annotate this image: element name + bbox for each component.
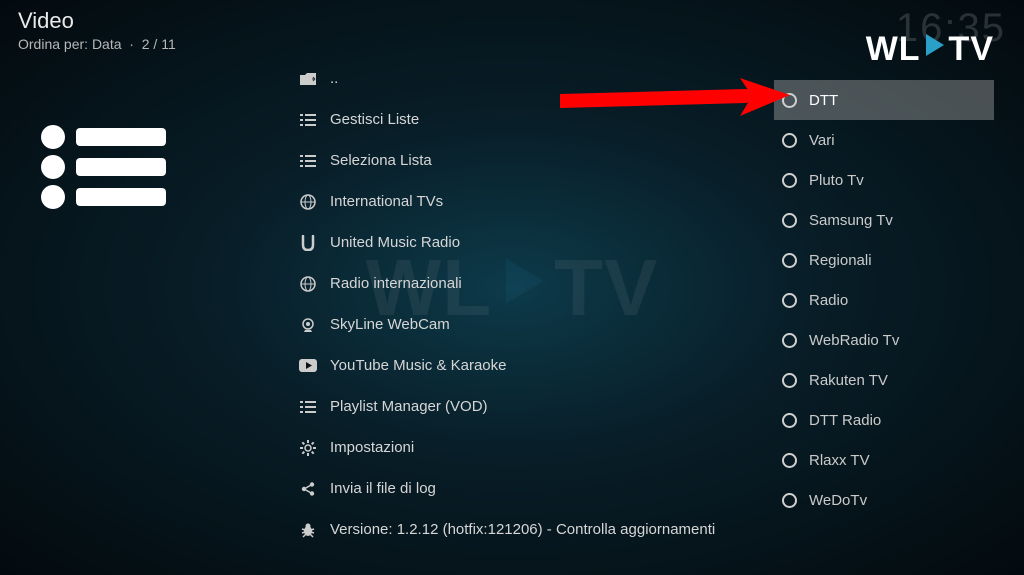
page-title: Video [18,8,176,34]
main-menu-item[interactable]: Playlist Manager (VOD) [290,386,760,427]
radio-icon [782,453,797,468]
main-menu-item[interactable]: Versione: 1.2.12 (hotfix:121206) - Contr… [290,509,760,550]
main-menu-item-label: United Music Radio [330,234,460,251]
main-menu-item-label: Versione: 1.2.12 (hotfix:121206) - Contr… [330,521,715,538]
side-menu-item[interactable]: Samsung Tv [774,200,994,240]
wltv-logo: WL TV [866,30,994,69]
main-menu-item-label: YouTube Music & Karaoke [330,357,507,374]
side-menu-item[interactable]: Vari [774,120,994,160]
radio-icon [782,213,797,228]
list-icon [294,113,322,127]
page-subtitle: Ordina per: Data · 2 / 11 [18,36,176,52]
side-menu-item-label: Rlaxx TV [809,452,870,469]
side-menu-item[interactable]: Rlaxx TV [774,440,994,480]
side-menu-item[interactable]: Pluto Tv [774,160,994,200]
play-icon [922,30,948,69]
side-menu-item[interactable]: WeDoTv [774,480,994,520]
side-menu-item[interactable]: Regionali [774,240,994,280]
main-menu-item[interactable]: SkyLine WebCam [290,304,760,345]
globe-icon [294,276,322,292]
main-menu-item[interactable]: Radio internazionali [290,263,760,304]
main-menu-item[interactable]: .. [290,58,760,99]
main-menu-item-label: SkyLine WebCam [330,316,450,333]
sort-value: Data [92,36,122,52]
radio-icon [782,93,797,108]
side-menu-item-label: WeDoTv [809,492,867,509]
main-menu-item[interactable]: Invia il file di log [290,468,760,509]
side-menu-item[interactable]: Radio [774,280,994,320]
radio-icon [782,413,797,428]
main-menu-item[interactable]: Gestisci Liste [290,99,760,140]
radio-icon [782,493,797,508]
side-menu-item-label: Regionali [809,252,872,269]
side-menu-item[interactable]: Rakuten TV [774,360,994,400]
music-u-icon [294,235,322,251]
list-icon [294,400,322,414]
main-menu-item-label: Gestisci Liste [330,111,419,128]
side-menu-item-label: Rakuten TV [809,372,888,389]
webcam-icon [294,317,322,333]
gear-icon [294,440,322,456]
main-menu-item-label: Invia il file di log [330,480,436,497]
sort-prefix: Ordina per: [18,36,88,52]
main-menu-item-label: Seleziona Lista [330,152,432,169]
main-menu-item-label: .. [330,70,338,87]
main-menu-item[interactable]: Impostazioni [290,427,760,468]
header: Video Ordina per: Data · 2 / 11 [18,8,176,52]
logo-right: TV [949,30,994,69]
youtube-icon [294,359,322,372]
side-menu-item[interactable]: DTT [774,80,994,120]
folder-up-icon [294,72,322,86]
main-menu-item[interactable]: International TVs [290,181,760,222]
radio-icon [782,173,797,188]
main-menu-item[interactable]: YouTube Music & Karaoke [290,345,760,386]
share-icon [294,481,322,497]
main-menu-item[interactable]: Seleziona Lista [290,140,760,181]
main-menu-item-label: Radio internazionali [330,275,462,292]
main-menu-list: .. Gestisci Liste Seleziona Lista Internati… [290,58,760,550]
side-menu-item-label: Samsung Tv [809,212,893,229]
logo-left: WL [866,30,921,69]
radio-icon [782,333,797,348]
radio-icon [782,133,797,148]
list-view-icon[interactable] [38,122,168,217]
list-position: 2 / 11 [142,36,176,52]
globe-icon [294,194,322,210]
bug-icon [294,522,322,538]
side-menu-item-label: Radio [809,292,848,309]
side-menu-item-label: Pluto Tv [809,172,864,189]
side-menu-item-label: WebRadio Tv [809,332,899,349]
radio-icon [782,253,797,268]
radio-icon [782,373,797,388]
list-icon [294,154,322,168]
side-menu-item[interactable]: WebRadio Tv [774,320,994,360]
side-menu-list: DTT Vari Pluto Tv Samsung Tv Regionali Radio W… [774,80,994,520]
radio-icon [782,293,797,308]
side-menu-item-label: DTT [809,92,838,109]
main-menu-item[interactable]: United Music Radio [290,222,760,263]
side-menu-item[interactable]: DTT Radio [774,400,994,440]
main-menu-item-label: Playlist Manager (VOD) [330,398,488,415]
main-menu-item-label: International TVs [330,193,443,210]
main-menu-item-label: Impostazioni [330,439,414,456]
side-menu-item-label: DTT Radio [809,412,881,429]
side-menu-item-label: Vari [809,132,835,149]
